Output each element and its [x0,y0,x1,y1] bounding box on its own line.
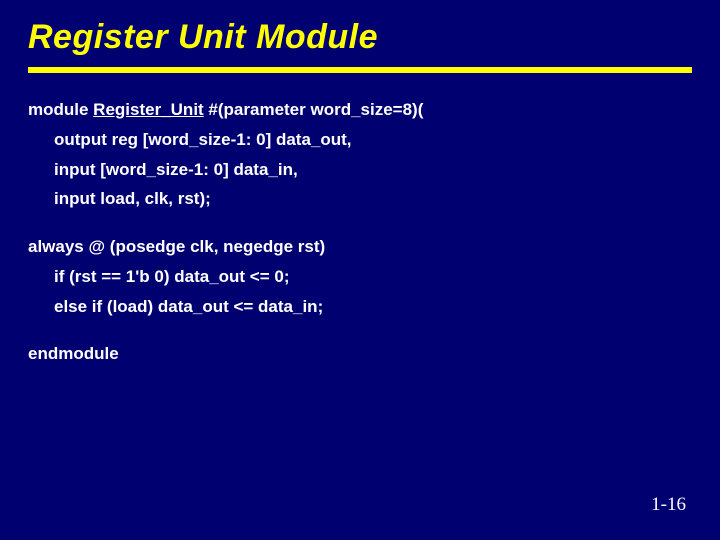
module-declaration: module Register_Unit #(parameter word_si… [28,95,692,214]
slide: Register Unit Module module Register_Uni… [0,0,720,540]
slide-title: Register Unit Module [28,18,692,57]
title-underline [28,67,692,73]
endmodule-line: endmodule [28,339,692,369]
always-block: always @ (posedge clk, negedge rst) if (… [28,232,692,321]
decl-post: #(parameter word_size=8)( [204,100,424,119]
decl-line: module Register_Unit #(parameter word_si… [28,95,692,125]
always-line: always @ (posedge clk, negedge rst) [28,232,692,262]
else-line: else if (load) data_out <= data_in; [28,292,692,322]
port-data-in: input [word_size-1: 0] data_in, [28,155,692,185]
port-output: output reg [word_size-1: 0] data_out, [28,125,692,155]
port-control: input load, clk, rst); [28,184,692,214]
code-block: module Register_Unit #(parameter word_si… [28,95,692,369]
if-line: if (rst == 1'b 0) data_out <= 0; [28,262,692,292]
module-name: Register_Unit [93,100,204,119]
decl-pre: module [28,100,93,119]
page-number: 1-16 [651,494,686,516]
endmodule-block: endmodule [28,339,692,369]
